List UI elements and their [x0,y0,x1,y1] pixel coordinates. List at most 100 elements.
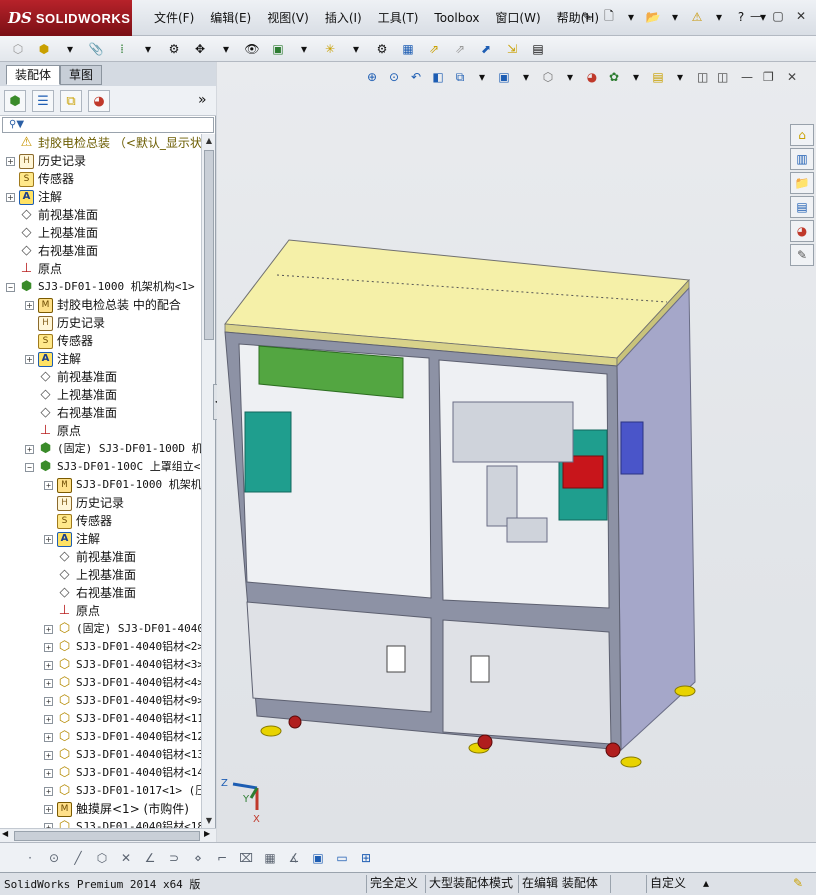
smart-dimension-icon[interactable]: ⌧ [236,848,256,868]
scroll-up-icon[interactable]: ▲ [202,134,216,148]
tree-item[interactable]: ⊥ 原点 [25,422,81,440]
expand-icon[interactable]: + [44,480,53,490]
scroll-right-icon[interactable]: ▶ [204,829,210,838]
tree-item[interactable]: ◇ 上视基准面 [6,224,99,242]
menu-edit[interactable]: 编辑(E) [202,10,259,26]
tree-item[interactable]: + M 封胶电检总装 中的配合 [25,296,181,314]
tree-item[interactable]: ◇ 前视基准面 [6,206,99,224]
collapse-icon[interactable]: − [25,462,34,472]
tree-item[interactable]: + A 注解 [44,530,100,548]
linear-pattern-icon[interactable]: ⁞ [112,39,132,59]
tree-item[interactable]: + ⬡ SJ3-DF01-4040铝材<3> [44,656,201,674]
tree-item[interactable]: S 传感器 [44,512,112,530]
new-document-icon[interactable]: 🗋 [600,8,618,26]
tree-item[interactable]: + ⬡ SJ3-DF01-4040铝材<9> [44,692,201,710]
minimize-icon[interactable]: — [748,8,764,24]
tree-item[interactable]: + H 历史记录 [6,152,86,170]
expand-icon[interactable]: + [44,624,53,634]
machine-model[interactable]: Z Y X [217,62,816,842]
dropdown-icon[interactable]: ▾ [346,39,366,59]
dropdown-icon[interactable]: ▾ [710,8,728,26]
update-speedpak-icon[interactable]: ⇲ [502,39,522,59]
dropdown-icon[interactable]: ▾ [666,8,684,26]
reference-geometry-icon[interactable]: ✳ [320,39,340,59]
polygon-icon[interactable]: ⬡ [92,848,112,868]
collapse-icon[interactable]: − [6,282,15,292]
tree-horizontal-scrollbar[interactable]: ◀ ▶ [0,828,216,842]
tree-item[interactable]: ◇ 右视基准面 [44,584,137,602]
mirror-icon[interactable]: ⋄ [188,848,208,868]
menu-toolbox[interactable]: Toolbox [426,10,487,26]
open-folder-icon[interactable]: 📂 [644,8,662,26]
window-single-icon[interactable]: ▭ [332,848,352,868]
tree-item[interactable]: + M SJ3-DF01-1000 机架机 [44,476,201,494]
tree-item[interactable]: ◇ 前视基准面 [44,548,137,566]
expand-icon[interactable]: + [44,660,53,670]
expand-icon[interactable]: + [6,156,15,166]
menu-insert[interactable]: 插入(I) [317,10,370,26]
offset-icon[interactable]: ⊃ [164,848,184,868]
new-part-icon[interactable]: ⬢ [34,39,54,59]
scroll-left-icon[interactable]: ◀ [2,829,8,838]
tree-item[interactable]: + ⬡ (固定) SJ3-DF01-4040 [44,620,201,638]
bill-of-materials-icon[interactable]: ▦ [398,39,418,59]
scroll-thumb[interactable] [14,831,200,841]
menu-window[interactable]: 窗口(W) [487,10,548,26]
dropdown-icon[interactable]: ▾ [294,39,314,59]
expand-icon[interactable]: + [6,192,15,202]
tree-item[interactable]: + ⬢ (固定) SJ3-DF01-100D 机 [25,440,201,458]
dropdown-icon[interactable]: ▾ [138,39,158,59]
scroll-down-icon[interactable]: ▼ [202,814,216,828]
tree-item[interactable]: − ⬢ SJ3-DF01-1000 机架机构<1> [6,278,195,296]
expand-icon[interactable]: + [25,354,34,364]
dropdown-icon[interactable]: ▾ [216,39,236,59]
configuration-manager-icon[interactable]: ⧉ [60,90,82,112]
tree-item[interactable]: ⊥ 原点 [6,260,62,278]
tree-item[interactable]: + A 注解 [6,188,62,206]
angle-icon[interactable]: ∡ [284,848,304,868]
menu-tools[interactable]: 工具(T) [370,10,427,26]
menu-view[interactable]: 视图(V) [259,10,317,26]
tree-item[interactable]: ◇ 上视基准面 [25,386,118,404]
graphics-area[interactable]: ⊕ ⊙ ↶ ◧ ⧉ ▾ ▣ ▾ ⬡ ▾ ◕ ✿ ▾ ▤ ▾ ◫ ◫ — ❐ ✕ … [217,62,816,842]
expand-icon[interactable]: + [44,678,53,688]
tree-item[interactable]: H 历史记录 [44,494,124,512]
expand-icon[interactable]: + [25,444,34,454]
menu-file[interactable]: 文件(F) [146,10,202,26]
tree-item[interactable]: + M 触摸屏<1> (市购件) [44,800,189,818]
expand-icon[interactable]: + [44,714,53,724]
tree-item[interactable]: + ⬡ SJ3-DF01-4040铝材<4> [44,674,201,692]
expand-icon[interactable]: + [44,642,53,652]
tab-sketch[interactable]: 草图 [60,65,103,85]
tree-item[interactable]: + ⬡ SJ3-DF01-1017<1> (压 [44,782,201,800]
expand-icon[interactable]: + [44,786,53,796]
more-tabs-icon[interactable]: » [198,92,207,108]
feature-manager-icon[interactable]: ⬢ [4,90,26,112]
tree-item[interactable]: H 历史记录 [25,314,105,332]
tree-item[interactable]: + ⬡ SJ3-DF01-4040铝材<14 [44,764,201,782]
tree-item[interactable]: ◇ 右视基准面 [6,242,99,260]
circle-icon[interactable]: ⊙ [44,848,64,868]
dropdown-icon[interactable]: ▾ [60,39,80,59]
corner-icon[interactable]: ⌐ [212,848,232,868]
expand-icon[interactable]: + [44,696,53,706]
line-icon[interactable]: ╱ [68,848,88,868]
tree-item[interactable]: ⚠ 封胶电检总装 （<默认_显示状 [6,134,201,152]
display-manager-icon[interactable]: ◕ [88,90,110,112]
tree-item[interactable]: + ⬡ SJ3-DF01-4040铝材<12 [44,728,201,746]
tree-item[interactable]: − ⬢ SJ3-DF01-100C 上罩组立< [25,458,200,476]
tree-item[interactable]: + ⬡ SJ3-DF01-4040铝材<2> [44,638,201,656]
pin-icon[interactable]: ✎ [578,8,596,26]
trim-icon[interactable]: ✕ [116,848,136,868]
expand-icon[interactable]: + [44,750,53,760]
rebuild-warning-icon[interactable]: ⚠ [688,8,706,26]
dropdown-icon[interactable]: ▾ [622,8,640,26]
property-manager-icon[interactable]: ☰ [32,90,54,112]
grid-icon[interactable]: ▦ [260,848,280,868]
instant3d-icon[interactable]: ⬈ [476,39,496,59]
tree-item[interactable]: ⊥ 原点 [44,602,100,620]
point-icon[interactable]: · [20,848,40,868]
expand-icon[interactable]: + [44,804,53,814]
tree-item[interactable]: + ⬡ SJ3-DF01-4040铝材<11 [44,710,201,728]
close-icon[interactable]: ✕ [793,8,809,24]
